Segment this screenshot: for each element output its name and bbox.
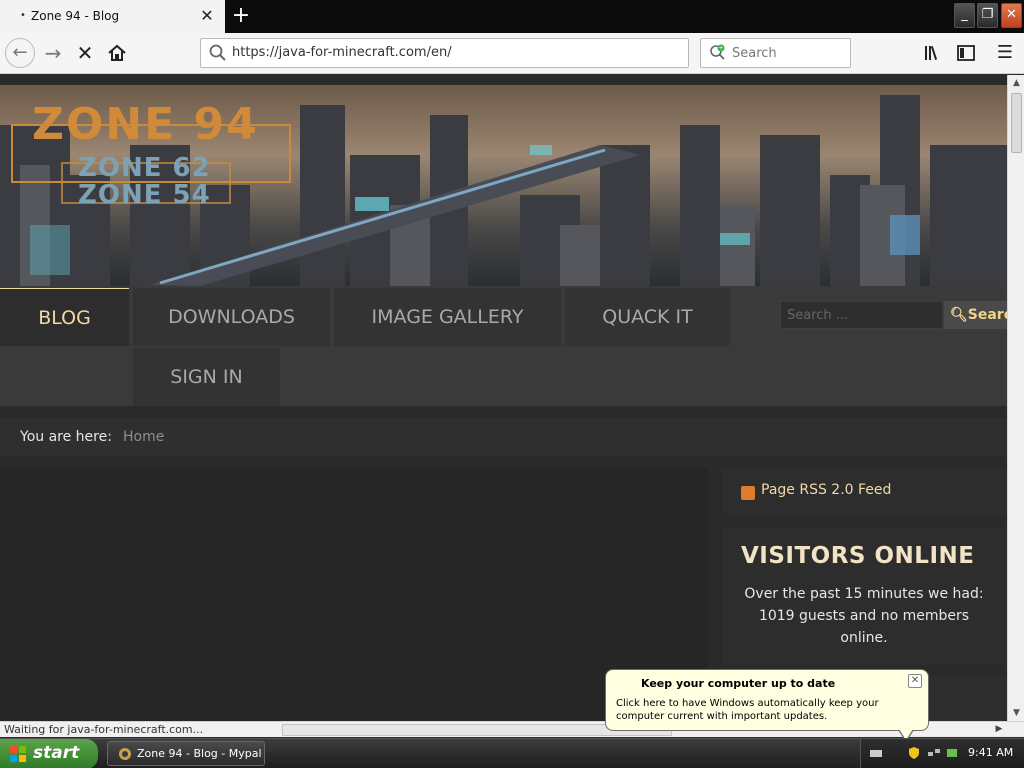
rss-feed-link[interactable]: Page RSS 2.0 Feed <box>761 482 891 498</box>
menu-item-sign-in[interactable]: SIGN IN <box>133 348 280 406</box>
scroll-up-icon[interactable]: ▲ <box>1009 75 1024 91</box>
magnifier-icon: 🔍︎ <box>950 307 968 323</box>
visitors-text: Over the past 15 minutes we had: 1019 gu… <box>744 586 984 646</box>
keyboard-icon[interactable] <box>869 746 883 760</box>
taskbar-window-button[interactable]: Zone 94 - Blog - Mypal <box>107 741 265 766</box>
balloon-close-icon[interactable]: ✕ <box>908 674 922 688</box>
site-search-button[interactable]: 🔍︎Search <box>944 301 1007 329</box>
update-notification-balloon[interactable]: Keep your computer up to date Click here… <box>605 669 929 742</box>
site-search-button-label: Search <box>967 307 1007 323</box>
window-close-button[interactable]: ✕ <box>1001 3 1022 28</box>
tab-loading-indicator: • <box>20 10 26 21</box>
home-icon[interactable] <box>103 39 131 67</box>
visitors-heading: VISITORS ONLINE <box>741 543 975 569</box>
sidebar-icon[interactable] <box>952 39 980 67</box>
new-tab-icon[interactable]: + <box>230 4 252 28</box>
site-logo-main[interactable]: ZONE 94 <box>32 99 259 150</box>
back-arrow-icon[interactable]: ← <box>5 38 35 68</box>
start-button[interactable]: start <box>0 739 98 768</box>
system-tray: 9:41 AM <box>860 739 1024 768</box>
search-icon <box>209 44 226 61</box>
security-shield-icon[interactable] <box>907 746 921 760</box>
site-logo-sub1: ZONE 62 <box>78 153 211 183</box>
browser-tab[interactable]: • Zone 94 - Blog ✕ <box>0 0 225 33</box>
address-url: https://java-for-minecraft.com/en/ <box>232 45 452 60</box>
svg-text:+: + <box>718 45 723 52</box>
breadcrumb-label: You are here: <box>20 429 112 445</box>
address-bar[interactable]: https://java-for-minecraft.com/en/ <box>200 38 689 68</box>
forward-arrow-icon[interactable]: → <box>39 39 67 67</box>
breadcrumb-home: Home <box>123 429 165 445</box>
search-placeholder: Search <box>732 46 777 61</box>
status-bar: Waiting for java-for-minecraft.com... <box>0 721 282 737</box>
library-icon[interactable] <box>920 39 948 67</box>
update-icon[interactable] <box>945 746 959 760</box>
hamburger-menu-icon[interactable]: ☰ <box>991 39 1019 67</box>
page-viewport: ZONE 94 ZONE 62 ZONE 54 BLOG DOWNLOADS I… <box>0 75 1007 721</box>
site-search-input[interactable]: Search ... <box>780 301 943 329</box>
network-icon[interactable] <box>927 746 941 760</box>
clock: 9:41 AM <box>968 746 1014 759</box>
stop-loading-icon[interactable]: ✕ <box>71 39 99 67</box>
windows-taskbar: start Zone 94 - Blog - Mypal 9:41 AM <box>0 738 1024 768</box>
browser-nav-bar: ← → ✕ https://java-for-minecraft.com/en/… <box>0 33 1024 74</box>
scroll-right-icon[interactable]: ▶ <box>992 722 1006 737</box>
site-logo-sub2: ZONE 54 <box>78 180 211 210</box>
balloon-body[interactable]: Click here to have Windows automatically… <box>616 697 921 723</box>
menu-item-image-gallery[interactable]: IMAGE GALLERY <box>334 288 561 346</box>
menu-item-quack-it[interactable]: QUACK IT <box>565 288 730 346</box>
menu-item-downloads[interactable]: DOWNLOADS <box>133 288 330 346</box>
taskbar-window-title: Zone 94 - Blog - Mypal <box>137 747 262 760</box>
breadcrumb: You are here: Home <box>0 418 1007 456</box>
scroll-down-icon[interactable]: ▼ <box>1009 705 1024 721</box>
scroll-thumb[interactable] <box>1011 93 1022 153</box>
menu-item-blog[interactable]: BLOG <box>0 288 129 346</box>
tab-close-icon[interactable]: ✕ <box>200 7 214 25</box>
vertical-scrollbar[interactable]: ▲ ▼ <box>1007 75 1024 721</box>
window-minimize-button[interactable]: _ <box>954 3 975 28</box>
mypal-browser-icon <box>119 748 131 760</box>
search-engine-icon: + <box>710 44 725 60</box>
visitors-online-panel: VISITORS ONLINE Over the past 15 minutes… <box>722 527 1007 665</box>
rss-icon <box>741 486 755 500</box>
start-label: start <box>33 743 80 763</box>
windows-flag-icon <box>10 746 26 762</box>
browser-tab-strip: • Zone 94 - Blog ✕ + _ ❐ ✕ <box>0 0 1024 33</box>
site-main-menu: BLOG DOWNLOADS IMAGE GALLERY QUACK IT SI… <box>0 286 1007 406</box>
desktop-screen: • Zone 94 - Blog ✕ + _ ❐ ✕ ← → ✕ https:/… <box>0 0 1024 768</box>
browser-search-field[interactable]: + Search <box>700 38 851 68</box>
tab-title: Zone 94 - Blog <box>31 9 120 23</box>
main-content-area <box>0 468 708 721</box>
site-header-banner: ZONE 94 ZONE 62 ZONE 54 <box>0 85 1007 286</box>
window-restore-button[interactable]: ❐ <box>977 3 998 28</box>
balloon-title: Keep your computer up to date <box>641 677 836 690</box>
rss-feed-panel[interactable]: Page RSS 2.0 Feed <box>722 468 1007 514</box>
